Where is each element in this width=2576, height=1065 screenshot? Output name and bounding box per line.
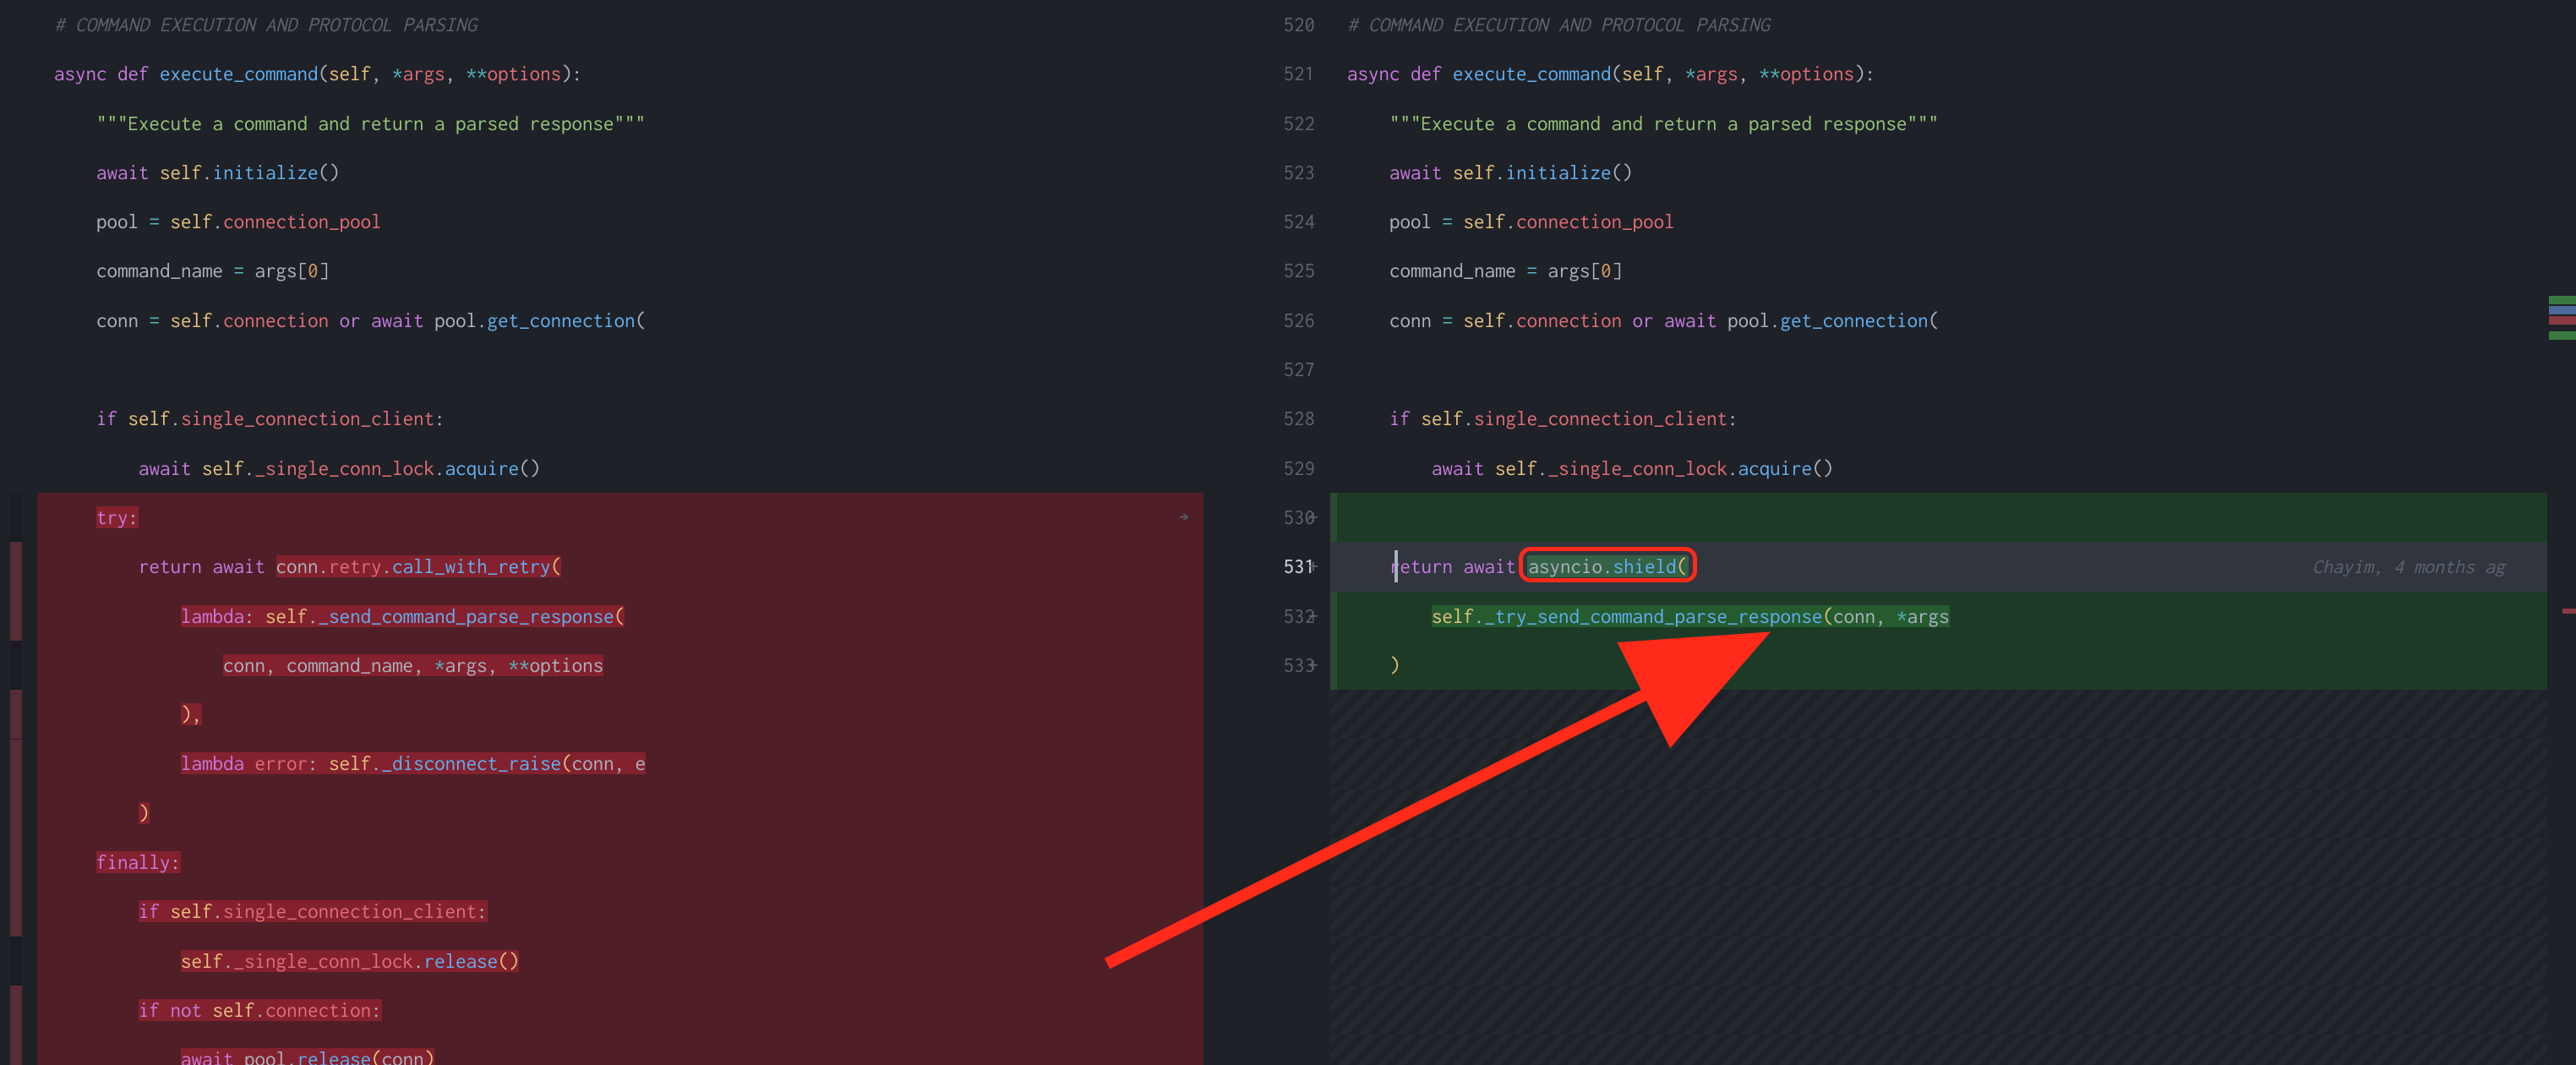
code-line[interactable]: command_name = args[0] (37, 246, 1203, 295)
line-number[interactable]: 523 (1203, 148, 1315, 197)
diff-filler (1330, 1035, 2547, 1065)
code-line-removed[interactable]: if not self.connection: (37, 986, 1203, 1035)
diff-filler (1330, 986, 2547, 1035)
code-line-removed[interactable]: conn, command_name, *args, **options (37, 641, 1203, 690)
diff-view: # COMMAND EXECUTION AND PROTOCOL PARSING… (0, 0, 2576, 1065)
code-line[interactable]: # COMMAND EXECUTION AND PROTOCOL PARSING (1330, 0, 2547, 49)
code-line[interactable]: pool = self.connection_pool (1330, 197, 2547, 246)
diff-filler (1330, 690, 2547, 739)
diff-filler (1330, 887, 2547, 936)
code-line-removed[interactable]: try: (37, 493, 1203, 542)
code-line[interactable]: command_name = args[0] (1330, 246, 2547, 295)
git-blame-annotation: Chayim, 4 months ag (2312, 542, 2505, 591)
line-number[interactable]: 533 (1203, 641, 1315, 690)
code-line-removed[interactable]: lambda error: self._disconnect_raise(con… (37, 739, 1203, 788)
code-line-added-current[interactable]: return await asyncio.shield(Chayim, 4 mo… (1330, 542, 2547, 591)
code-line-removed[interactable]: ) (37, 789, 1203, 838)
code-line[interactable]: await self.initialize() (37, 148, 1203, 197)
code-line[interactable] (1330, 345, 2547, 394)
code-line[interactable]: await self._single_conn_lock.acquire() (37, 444, 1203, 493)
code-line-removed[interactable]: if self.single_connection_client: (37, 887, 1203, 936)
diff-filler (1330, 838, 2547, 887)
code-line-added[interactable]: self._try_send_command_parse_response(co… (1330, 592, 2547, 641)
current-line-arrow-icon: → (1171, 493, 1197, 542)
code-line-removed[interactable]: self._single_conn_lock.release() (37, 937, 1203, 986)
code-line[interactable]: """Execute a command and return a parsed… (1330, 99, 2547, 148)
line-number[interactable]: 529 (1203, 444, 1315, 493)
code-line[interactable]: await self.initialize() (1330, 148, 2547, 197)
code-line-removed[interactable]: lambda: self._send_command_parse_respons… (37, 592, 1203, 641)
line-number[interactable]: 521 (1203, 49, 1315, 98)
line-number[interactable]: 526 (1203, 296, 1315, 345)
left-gutter-strip (0, 0, 37, 1065)
line-number[interactable]: 525 (1203, 246, 1315, 295)
text-cursor (1394, 550, 1398, 582)
diff-filler (1330, 789, 2547, 838)
line-number-gutter[interactable]: 520521522523524525526527528529530→531532… (1203, 0, 1330, 1065)
code-line[interactable]: async def execute_command(self, *args, *… (37, 49, 1203, 98)
code-line[interactable]: """Execute a command and return a parsed… (37, 99, 1203, 148)
code-line[interactable]: pool = self.connection_pool (37, 197, 1203, 246)
line-number[interactable]: 528 (1203, 394, 1315, 443)
code-line[interactable]: conn = self.connection or await pool.get… (1330, 296, 2547, 345)
code-line[interactable]: await self._single_conn_lock.acquire() (1330, 444, 2547, 493)
code-line[interactable]: async def execute_command(self, *args, *… (1330, 49, 2547, 98)
code-line-added[interactable] (1330, 493, 2547, 542)
code-line[interactable]: conn = self.connection or await pool.get… (37, 296, 1203, 345)
minimap-scrollbar[interactable] (2549, 0, 2576, 1065)
code-line-removed[interactable]: await pool.release(conn) (37, 1035, 1203, 1065)
code-line[interactable]: # COMMAND EXECUTION AND PROTOCOL PARSING (37, 0, 1203, 49)
right-diff-pane[interactable]: # COMMAND EXECUTION AND PROTOCOL PARSING… (1330, 0, 2576, 1065)
line-number[interactable]: 532 (1203, 592, 1315, 641)
line-number[interactable]: 522 (1203, 99, 1315, 148)
diff-filler (1330, 739, 2547, 788)
diff-filler (1330, 937, 2547, 986)
code-line-removed[interactable]: ), (37, 690, 1203, 739)
code-line-removed[interactable]: finally: (37, 838, 1203, 887)
code-line[interactable]: if self.single_connection_client: (1330, 394, 2547, 443)
line-number[interactable]: 530→ (1203, 493, 1315, 542)
line-number[interactable]: 524 (1203, 197, 1315, 246)
code-line-removed[interactable]: return await conn.retry.call_with_retry( (37, 542, 1203, 591)
line-number[interactable]: 527 (1203, 345, 1315, 394)
code-line-added[interactable]: ) (1330, 641, 2547, 690)
line-number[interactable]: 520 (1203, 0, 1315, 49)
code-line[interactable]: if self.single_connection_client: (37, 394, 1203, 443)
left-diff-pane[interactable]: # COMMAND EXECUTION AND PROTOCOL PARSING… (37, 0, 1203, 1065)
code-line[interactable] (37, 345, 1203, 394)
line-number[interactable]: 531 (1203, 542, 1315, 591)
